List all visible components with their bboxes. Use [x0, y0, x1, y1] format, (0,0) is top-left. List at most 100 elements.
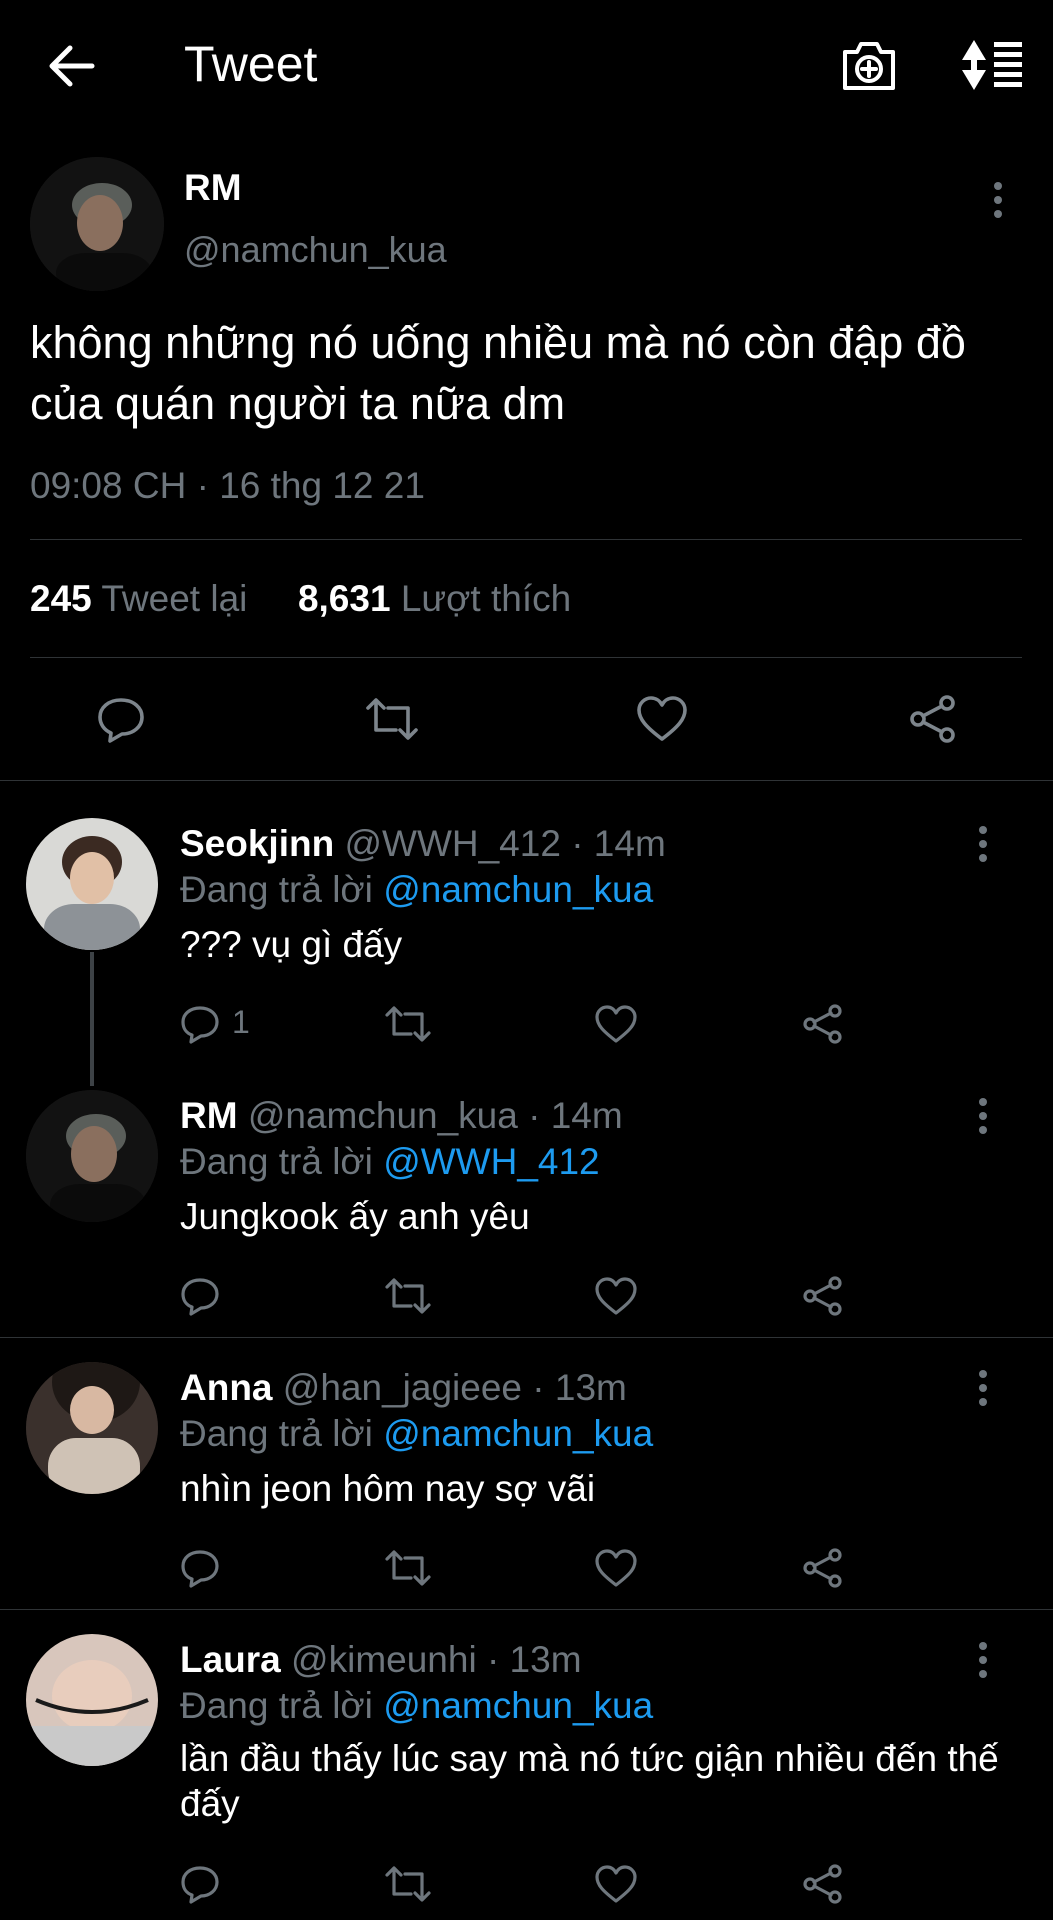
reply-icon [98, 698, 144, 743]
divider [0, 780, 1053, 781]
more-options-button[interactable] [970, 1640, 996, 1680]
retweet-button[interactable] [364, 694, 420, 744]
more-options-button[interactable] [985, 178, 1011, 224]
reply-handle-time: @WWH_412 · 14m [344, 823, 666, 864]
more-options-button[interactable] [970, 824, 996, 864]
divider [30, 657, 1022, 658]
replying-to: Đang trả lời @WWH_412 [180, 1140, 600, 1184]
reply-count: 1 [232, 1004, 250, 1040]
camera-button[interactable] [840, 38, 898, 92]
reply-actions [180, 1272, 860, 1320]
reply-actions [180, 1860, 860, 1908]
reply-icon [181, 1006, 219, 1044]
replying-to-link[interactable]: @namchun_kua [383, 1685, 653, 1726]
reply-author-name[interactable]: Seokjinn [180, 823, 334, 864]
author-name[interactable]: RM [184, 166, 242, 210]
reply-button[interactable] [180, 1272, 260, 1320]
replying-to: Đang trả lời @namchun_kua [180, 868, 653, 912]
reply-tweet[interactable]: Seokjinn @WWH_412 · 14m Đang trả lời @na… [0, 812, 1053, 1074]
heart-icon [637, 696, 687, 741]
more-vertical-icon [979, 1370, 987, 1406]
retweet-icon [366, 698, 418, 740]
reply-author-name[interactable]: Laura [180, 1639, 281, 1680]
sort-list-icon [962, 40, 1022, 90]
reply-button[interactable]: 1 [180, 1000, 260, 1048]
retweet-icon [385, 1866, 431, 1902]
tweet-stats: 245 Tweet lại 8,631 Lượt thích [30, 576, 571, 622]
replying-prefix: Đang trả lời [180, 869, 373, 910]
back-button[interactable] [44, 40, 100, 92]
like-button[interactable] [594, 1860, 638, 1908]
like-button[interactable] [594, 1000, 638, 1048]
avatar[interactable] [26, 1090, 158, 1222]
reply-author-name[interactable]: RM [180, 1095, 238, 1136]
like-button[interactable] [594, 1544, 638, 1592]
more-vertical-icon [979, 826, 987, 862]
avatar[interactable] [26, 818, 158, 950]
reply-author-name[interactable]: Anna [180, 1367, 273, 1408]
retweet-count: 245 [30, 578, 92, 619]
replying-to-link[interactable]: @namchun_kua [383, 869, 653, 910]
more-vertical-icon [994, 182, 1002, 218]
share-icon [803, 1548, 842, 1588]
reply-text: nhìn jeon hôm nay sợ vãi [180, 1468, 596, 1509]
reply-tweet[interactable]: RM @namchun_kua · 14m Đang trả lời @WWH_… [0, 1084, 1053, 1336]
reply-header: Laura @kimeunhi · 13m [180, 1638, 582, 1682]
retweet-button[interactable] [384, 1000, 432, 1048]
retweet-icon [385, 1006, 431, 1042]
retweet-stat[interactable]: 245 Tweet lại [30, 578, 247, 619]
replying-prefix: Đang trả lời [180, 1685, 373, 1726]
sort-button[interactable] [960, 38, 1024, 92]
divider [30, 539, 1022, 540]
reply-handle-time: @namchun_kua · 14m [247, 1095, 623, 1136]
like-label: Lượt thích [400, 578, 572, 619]
avatar[interactable] [26, 1634, 158, 1766]
avatar[interactable] [30, 157, 164, 291]
camera-add-icon [843, 42, 895, 90]
reply-actions: 1 [180, 1000, 860, 1048]
heart-icon [595, 1549, 637, 1587]
reply-button[interactable] [180, 1860, 260, 1908]
arrow-left-icon [49, 45, 95, 87]
retweet-icon [385, 1278, 431, 1314]
share-icon [803, 1864, 842, 1904]
share-icon [910, 695, 955, 743]
like-button[interactable] [594, 1272, 638, 1320]
more-options-button[interactable] [970, 1096, 996, 1136]
share-button[interactable] [802, 1860, 844, 1908]
reply-text: ??? vụ gì đấy [180, 924, 403, 965]
replying-prefix: Đang trả lời [180, 1141, 373, 1182]
author-handle[interactable]: @namchun_kua [184, 228, 447, 272]
replying-prefix: Đang trả lời [180, 1413, 373, 1454]
heart-icon [595, 1277, 637, 1315]
share-button[interactable] [802, 1272, 844, 1320]
tweet-text: không những nó uống nhiều mà nó còn đập … [30, 317, 966, 429]
replying-to-link[interactable]: @namchun_kua [383, 1413, 653, 1454]
tweet-timestamp: 09:08 CH · 16 thg 12 21 [30, 465, 425, 506]
reply-button[interactable] [180, 1544, 260, 1592]
share-icon [803, 1276, 842, 1316]
retweet-button[interactable] [384, 1272, 432, 1320]
retweet-button[interactable] [384, 1860, 432, 1908]
reply-button[interactable] [96, 694, 146, 744]
avatar-image [30, 157, 164, 291]
reply-tweet[interactable]: Anna @han_jagieee · 13m Đang trả lời @na… [0, 1356, 1053, 1608]
avatar-image [26, 1090, 158, 1222]
reply-header: Anna @han_jagieee · 13m [180, 1366, 627, 1410]
replying-to-link[interactable]: @WWH_412 [383, 1141, 599, 1182]
share-button[interactable] [908, 694, 958, 744]
reply-icon [181, 1866, 219, 1904]
avatar[interactable] [26, 1362, 158, 1494]
share-button[interactable] [802, 1000, 844, 1048]
reply-header: Seokjinn @WWH_412 · 14m [180, 822, 666, 866]
avatar-image [26, 1634, 158, 1766]
heart-icon [595, 1005, 637, 1043]
like-stat[interactable]: 8,631 Lượt thích [298, 578, 571, 619]
more-options-button[interactable] [970, 1368, 996, 1408]
avatar-image [26, 1362, 158, 1494]
retweet-button[interactable] [384, 1544, 432, 1592]
like-button[interactable] [636, 694, 688, 744]
reply-header: RM @namchun_kua · 14m [180, 1094, 623, 1138]
share-button[interactable] [802, 1544, 844, 1592]
reply-tweet[interactable]: Laura @kimeunhi · 13m Đang trả lời @namc… [0, 1628, 1053, 1920]
